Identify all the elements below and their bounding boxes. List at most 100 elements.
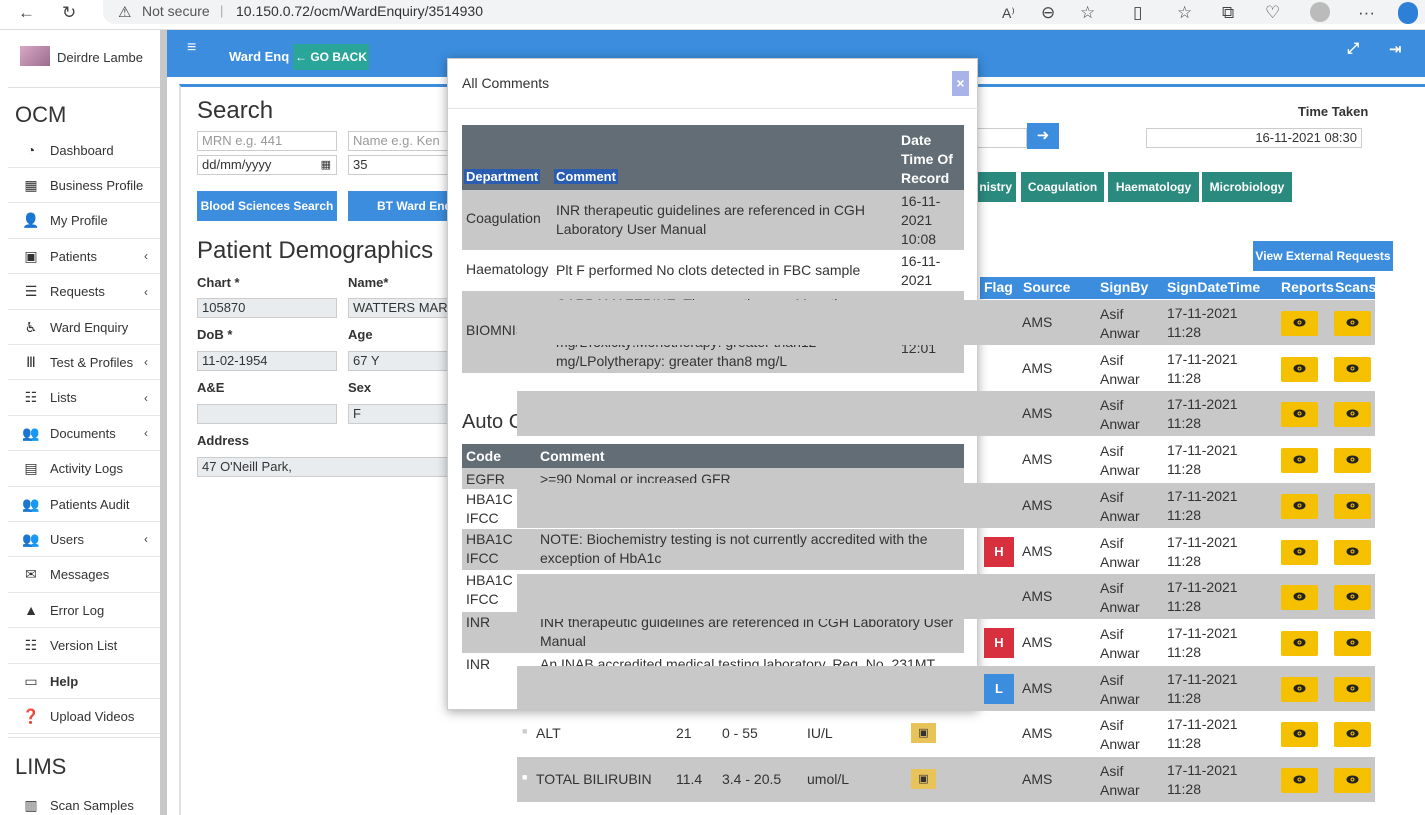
sidebar-item-scan-samples[interactable]: ▥ Scan Samples xyxy=(8,788,160,815)
sidebar-item-activity-logs[interactable]: ▤ Activity Logs xyxy=(8,452,160,487)
sidebar-item-messages[interactable]: ✉ Messages xyxy=(8,558,160,593)
report-view-button[interactable] xyxy=(1281,402,1318,428)
zoom-icon[interactable]: ⊖ xyxy=(1041,3,1055,23)
extensions-icon[interactable]: ♡ xyxy=(1265,3,1280,23)
split-screen-icon[interactable]: ▯ xyxy=(1133,3,1142,23)
table-row: ■ ALT 21 0 - 55 IU/L ▣ AMS Asif Anwar 17-11-2021… xyxy=(517,711,1375,756)
sidebar-item-patients[interactable]: ▣ Patients ‹ xyxy=(8,239,160,275)
favorites-icon[interactable]: ☆ xyxy=(1177,3,1192,23)
time-taken-input[interactable]: 16-11-2021 08:30 xyxy=(1146,128,1362,148)
report-view-button[interactable] xyxy=(1281,539,1318,565)
sidebar-item-documents[interactable]: 👥 Documents ‹ xyxy=(8,416,160,452)
sign-date: 17-11-2021 xyxy=(1167,533,1238,550)
eye-icon xyxy=(1346,638,1359,647)
report-view-button[interactable] xyxy=(1281,585,1318,611)
scan-view-button[interactable] xyxy=(1334,311,1371,336)
tab-microbiology[interactable]: Microbiology xyxy=(1202,172,1292,202)
collections-icon[interactable]: ⧉ xyxy=(1222,3,1234,23)
sign-date: 17-11-2021 xyxy=(1167,442,1238,459)
sidebar-scrollbar[interactable] xyxy=(160,30,167,815)
row-checkbox[interactable]: ■ xyxy=(522,772,527,782)
name-input[interactable]: Name e.g. Ken xyxy=(348,131,448,151)
hamburger-menu-icon[interactable]: ≡ xyxy=(187,39,196,57)
sidebar-item-requests[interactable]: ☰ Requests ‹ xyxy=(8,275,160,310)
tab-haematology[interactable]: Haematology xyxy=(1108,172,1199,202)
sidebar-item-error-log[interactable]: ▲ Error Log xyxy=(8,593,160,629)
col-flag: Flag xyxy=(984,279,1013,295)
bt-ward-enquiry-button[interactable]: BT Ward Enqu xyxy=(348,191,448,221)
tab-biochemistry[interactable]: nistry xyxy=(978,172,1016,202)
scan-view-button[interactable] xyxy=(1334,402,1371,428)
sign-by: Asif Anwar xyxy=(1100,534,1140,570)
sidebar-item-dashboard[interactable]: ◔ Dashboard xyxy=(8,133,160,168)
more-menu-icon[interactable]: ··· xyxy=(1358,3,1375,23)
eye-icon xyxy=(1293,684,1306,693)
result-value: 11.4 xyxy=(676,771,703,787)
chevron-left-icon: ‹ xyxy=(144,284,148,299)
favorite-star-icon[interactable]: ☆ xyxy=(1080,3,1095,23)
sidebar-item-my-profile[interactable]: 👤 My Profile xyxy=(8,204,160,239)
close-button[interactable]: × xyxy=(952,71,969,96)
scan-view-button[interactable] xyxy=(1334,356,1371,382)
bing-icon[interactable] xyxy=(1398,2,1418,24)
dob-search-input[interactable]: dd/mm/yyyy ▦ xyxy=(197,155,337,175)
report-view-button[interactable] xyxy=(1281,676,1318,702)
scan-view-button[interactable] xyxy=(1334,585,1371,611)
user-name[interactable]: Deirdre Lambe xyxy=(57,50,143,65)
report-view-button[interactable] xyxy=(1281,768,1318,793)
search-arrow-button[interactable]: ➜ xyxy=(1027,123,1059,149)
sidebar-item-help[interactable]: ▭ Help xyxy=(8,664,160,699)
sidebar-item-upload-videos[interactable]: ❓ Upload Videos xyxy=(8,699,160,735)
url-text[interactable]: 10.150.0.72/ocm/WardEnquiry/3514930 xyxy=(236,3,483,19)
ocm-section-title: OCM xyxy=(15,102,67,127)
sidebar-item-version-list[interactable]: ☷ Version List xyxy=(8,629,160,664)
sidebar-item-lists[interactable]: ☷ Lists ‹ xyxy=(8,381,160,416)
report-view-button[interactable] xyxy=(1281,448,1318,474)
back-arrow-icon[interactable]: ← xyxy=(18,3,35,23)
fullscreen-icon[interactable]: ⤢ xyxy=(1347,40,1359,57)
sidebar-item-test-profiles[interactable]: Ⅲ Test & Profiles ‹ xyxy=(8,345,160,381)
comment-row: Coagulation INR therapeutic guidelines ar… xyxy=(462,190,964,250)
scan-view-button[interactable] xyxy=(1334,448,1371,474)
logout-icon[interactable]: ⇥ xyxy=(1389,40,1402,58)
comment-icon[interactable]: ▣ xyxy=(911,723,936,744)
calendar-icon[interactable]: ▦ xyxy=(321,156,331,174)
scan-view-button[interactable] xyxy=(1334,493,1371,519)
tab-coagulation[interactable]: Coagulation xyxy=(1021,172,1104,202)
sidebar-item-ward-enquiry[interactable]: ♿ Ward Enquiry xyxy=(8,310,160,345)
eye-icon xyxy=(1346,409,1359,418)
mrn-input[interactable]: MRN e.g. 441 xyxy=(197,131,337,151)
scan-view-button[interactable] xyxy=(1334,768,1371,793)
report-view-button[interactable] xyxy=(1281,311,1318,336)
comment-icon[interactable]: ▣ xyxy=(911,769,936,789)
name-field: WATTERS MARIA xyxy=(348,298,448,318)
report-view-button[interactable] xyxy=(1281,722,1318,748)
flag-badge: H xyxy=(984,627,1014,658)
sidebar-item-patients-audit[interactable]: 👥 Patients Audit xyxy=(8,487,160,522)
sidebar-item-business-profile[interactable]: ▦ Business Profile xyxy=(8,168,160,204)
users-icon: 👥 xyxy=(22,424,40,441)
table-row: H AMS Asif Anwar 17-11-2021 11:28 xyxy=(517,620,1375,665)
refresh-icon[interactable]: ↻ xyxy=(62,3,76,23)
view-external-requests-button[interactable]: View External Requests xyxy=(1253,241,1393,271)
sidebar-item-users[interactable]: 👥 Users ‹ xyxy=(8,522,160,558)
report-view-button[interactable] xyxy=(1281,356,1318,382)
scan-view-button[interactable] xyxy=(1334,539,1371,565)
report-view-button[interactable] xyxy=(1281,630,1318,656)
report-view-button[interactable] xyxy=(1281,493,1318,519)
profile-avatar[interactable] xyxy=(1310,2,1330,22)
time-taken-label: Time Taken xyxy=(1298,104,1369,119)
user-avatar xyxy=(20,46,50,66)
blood-sciences-search-button[interactable]: Blood Sciences Search xyxy=(197,191,337,221)
scan-view-button[interactable] xyxy=(1334,630,1371,656)
scan-view-button[interactable] xyxy=(1334,722,1371,748)
search-field-partial[interactable] xyxy=(975,128,1027,148)
go-back-button[interactable]: ← GO BACK xyxy=(293,44,369,70)
age-input[interactable]: 35 xyxy=(348,155,448,175)
sign-by: Asif Anwar xyxy=(1100,351,1140,387)
col-signdatetime: SignDateTime xyxy=(1167,279,1261,295)
scan-view-button[interactable] xyxy=(1334,676,1371,702)
eye-icon xyxy=(1293,318,1306,327)
row-checkbox[interactable]: ■ xyxy=(522,726,527,736)
read-aloud-icon[interactable]: A⁾ xyxy=(1002,3,1015,23)
